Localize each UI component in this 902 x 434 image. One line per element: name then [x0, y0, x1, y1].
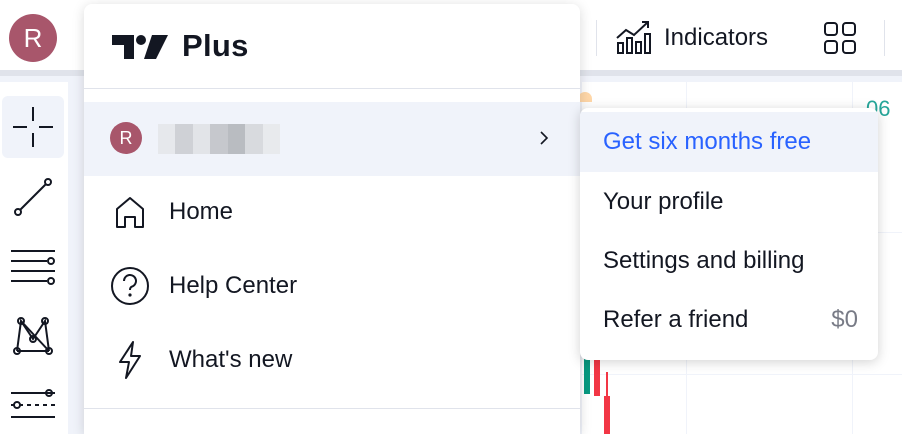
trend-line-icon [14, 178, 52, 216]
tradingview-logo-icon [112, 35, 168, 59]
brand-plan-label: Plus [182, 28, 249, 63]
home-icon [110, 192, 150, 232]
submenu-item-label: Your profile [603, 188, 724, 215]
indicators-icon [614, 18, 652, 59]
indicators-label: Indicators [664, 24, 769, 51]
username-redacted [158, 124, 280, 154]
account-submenu: Get six months free Your profile Setting… [580, 108, 878, 360]
candle-red [594, 354, 600, 396]
fib-lines-tool[interactable] [2, 234, 64, 296]
candle-red [604, 396, 610, 434]
crosshair-tool[interactable] [2, 96, 64, 158]
referral-balance: $0 [831, 306, 858, 333]
crosshair-icon [13, 107, 53, 147]
user-menu: Plus R Home Help Center What's new [84, 4, 580, 434]
toolbar-divider [884, 20, 885, 56]
menu-divider [84, 88, 580, 89]
fib-lines-icon [11, 250, 55, 285]
menu-item-help-center[interactable]: Help Center [84, 256, 580, 316]
pattern-icon [13, 317, 53, 355]
pattern-tool[interactable] [2, 304, 64, 366]
toolbar-divider [596, 20, 597, 56]
menu-item-home[interactable]: Home [84, 182, 580, 242]
projection-icon [11, 389, 55, 418]
user-avatar-small: R [110, 122, 142, 154]
submenu-item-settings-and-billing[interactable]: Settings and billing [580, 231, 878, 291]
candle-green [584, 358, 590, 394]
user-avatar-button[interactable]: R [9, 14, 57, 62]
help-circle-icon [110, 266, 150, 306]
grid-line [582, 374, 902, 375]
submenu-item-get-six-months-free[interactable]: Get six months free [580, 112, 878, 172]
submenu-item-label: Get six months free [603, 128, 812, 155]
brand-logo: Plus [112, 28, 249, 64]
submenu-item-your-profile[interactable]: Your profile [580, 172, 878, 232]
user-account-row[interactable]: R [84, 102, 580, 176]
projection-tool[interactable] [2, 374, 64, 434]
submenu-item-label: Settings and billing [603, 247, 805, 274]
candle-wick [606, 372, 608, 396]
menu-item-label: Home [169, 198, 234, 225]
menu-divider [84, 408, 580, 409]
submenu-item-refer-a-friend[interactable]: Refer a friend $0 [580, 290, 878, 350]
drawing-toolbar [0, 82, 68, 434]
submenu-item-label: Refer a friend [603, 306, 749, 333]
layout-grid-icon[interactable] [822, 20, 858, 61]
trend-line-tool[interactable] [2, 166, 64, 228]
lightning-icon [110, 340, 150, 380]
menu-item-label: What's new [169, 346, 293, 373]
indicators-button[interactable]: Indicators [614, 16, 768, 60]
menu-item-whats-new[interactable]: What's new [84, 330, 580, 390]
menu-item-label: Help Center [169, 272, 298, 299]
chart-marker [578, 92, 592, 102]
chevron-right-icon [540, 131, 549, 145]
